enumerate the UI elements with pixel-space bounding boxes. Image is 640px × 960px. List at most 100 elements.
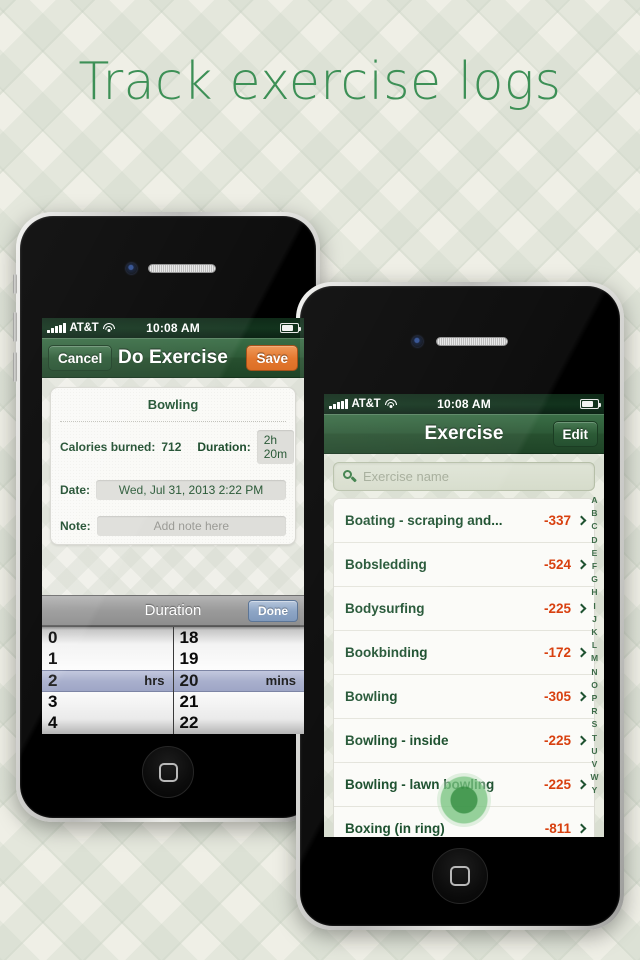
calorie-value: -811 bbox=[544, 821, 571, 836]
list-item[interactable]: Boating - scraping and... -337 bbox=[334, 499, 594, 543]
exercise-name: Boating - scraping and... bbox=[345, 513, 503, 528]
alpha-index-letter[interactable]: C bbox=[591, 520, 597, 533]
hours-option[interactable]: 0 bbox=[42, 627, 173, 648]
hours-value: 4 bbox=[48, 713, 58, 733]
status-bar-right: AT&T 10:08 AM bbox=[324, 394, 604, 414]
status-bar: AT&T 10:08 AM bbox=[42, 318, 304, 338]
home-button[interactable] bbox=[142, 746, 194, 798]
search-input[interactable]: Exercise name bbox=[333, 462, 595, 491]
hours-unit-label: hrs bbox=[144, 673, 165, 688]
alphabet-index[interactable]: ABCDEFGHIJKLMNOPRSTUVWY bbox=[587, 494, 602, 835]
list-item[interactable]: Bodysurfing -225 bbox=[334, 587, 594, 631]
right-phone-device: AT&T 10:08 AM Exercise Edit Exercise nam… bbox=[293, 282, 624, 930]
alpha-index-letter[interactable]: P bbox=[592, 692, 598, 705]
alpha-index-letter[interactable]: U bbox=[591, 745, 597, 758]
edit-button[interactable]: Edit bbox=[552, 421, 598, 447]
minutes-value: 21 bbox=[179, 692, 199, 712]
alpha-index-letter[interactable]: I bbox=[593, 600, 595, 613]
alpha-index-letter[interactable]: T bbox=[592, 732, 597, 745]
alpha-index-letter[interactable]: J bbox=[592, 613, 597, 626]
hours-wheel[interactable]: 0 1 2 hrs 3 4 bbox=[42, 627, 174, 734]
calories-value: 712 bbox=[161, 440, 182, 454]
minutes-option[interactable]: 19 bbox=[174, 648, 305, 669]
exercise-name: Bowling bbox=[345, 689, 398, 704]
left-phone-device: AT&T 10:08 AM Cancel Do Exercise Save Bo… bbox=[13, 212, 320, 822]
list-item[interactable]: Bowling - inside -225 bbox=[334, 719, 594, 763]
minutes-option[interactable]: 21 bbox=[174, 692, 305, 713]
alpha-index-letter[interactable]: N bbox=[591, 666, 597, 679]
alpha-index-letter[interactable]: B bbox=[591, 507, 597, 520]
alpha-index-letter[interactable]: D bbox=[591, 534, 597, 547]
home-square-icon bbox=[158, 762, 178, 782]
front-camera-icon-right bbox=[412, 336, 423, 347]
alpha-index-letter[interactable]: W bbox=[590, 771, 598, 784]
alpha-index-letter[interactable]: E bbox=[592, 547, 598, 560]
alpha-index-letter[interactable]: Y bbox=[592, 784, 598, 797]
alpha-index-letter[interactable]: K bbox=[591, 626, 597, 639]
hours-option[interactable]: 1 bbox=[42, 648, 173, 669]
cancel-button[interactable]: Cancel bbox=[48, 345, 113, 371]
alpha-index-letter[interactable]: H bbox=[591, 586, 597, 599]
home-button-right[interactable] bbox=[432, 848, 488, 904]
alpha-index-letter[interactable]: A bbox=[591, 494, 597, 507]
list-item[interactable]: Bookbinding -172 bbox=[334, 631, 594, 675]
picker-toolbar: Duration Done bbox=[42, 595, 304, 626]
hours-option[interactable]: 3 bbox=[42, 692, 173, 713]
minutes-wheel[interactable]: 18 19 20 mins 21 22 bbox=[173, 627, 305, 734]
calorie-value: -225 bbox=[543, 601, 571, 616]
calorie-value: -305 bbox=[543, 689, 571, 704]
do-exercise-form: Bowling Calories burned: 712 Duration: 2… bbox=[42, 378, 304, 734]
exercise-name: Bodysurfing bbox=[345, 601, 425, 616]
navigation-bar-right: Exercise Edit bbox=[324, 414, 604, 454]
note-row: Note: Add note here bbox=[51, 508, 295, 544]
calorie-value: -337 bbox=[543, 513, 571, 528]
alpha-index-letter[interactable]: R bbox=[591, 705, 597, 718]
date-row: Date: Wed, Jul 31, 2013 2:22 PM bbox=[51, 472, 295, 508]
alpha-index-letter[interactable]: S bbox=[592, 718, 598, 731]
hours-option[interactable]: 2 hrs bbox=[42, 669, 173, 692]
alpha-index-letter[interactable]: O bbox=[591, 679, 598, 692]
list-item[interactable]: Bowling -305 bbox=[334, 675, 594, 719]
alpha-index-letter[interactable]: M bbox=[591, 652, 598, 665]
minutes-value: 22 bbox=[179, 713, 199, 733]
exercise-list-screen: Exercise name Boating - scraping and... -… bbox=[324, 454, 604, 837]
exercise-detail-card: Bowling Calories burned: 712 Duration: 2… bbox=[50, 387, 296, 545]
chevron-right-icon bbox=[576, 779, 587, 790]
exercise-name: Boxing (in ring) bbox=[345, 821, 445, 836]
hours-value: 2 bbox=[48, 670, 58, 690]
search-icon bbox=[343, 470, 357, 483]
minutes-option[interactable]: 18 bbox=[174, 627, 305, 648]
calorie-value: -172 bbox=[543, 645, 571, 660]
minutes-value: 19 bbox=[179, 648, 199, 668]
note-field[interactable]: Add note here bbox=[96, 516, 286, 536]
alpha-index-letter[interactable]: G bbox=[591, 573, 598, 586]
chevron-right-icon bbox=[576, 735, 587, 746]
list-item[interactable]: Bobsledding -524 bbox=[334, 543, 594, 587]
calorie-value: -225 bbox=[543, 733, 571, 748]
volume-up-button[interactable] bbox=[13, 312, 17, 342]
picker-title: Duration bbox=[144, 602, 202, 619]
minutes-option[interactable]: 22 bbox=[174, 713, 305, 734]
minutes-unit-label: mins bbox=[265, 673, 296, 688]
alpha-index-letter[interactable]: F bbox=[592, 560, 597, 573]
home-square-icon-right bbox=[450, 866, 470, 886]
volume-down-button[interactable] bbox=[13, 352, 17, 382]
hours-value: 1 bbox=[48, 648, 58, 668]
minutes-option[interactable]: 20 mins bbox=[173, 669, 304, 692]
exercise-name-title: Bowling bbox=[147, 397, 199, 412]
done-button[interactable]: Done bbox=[248, 600, 298, 622]
chevron-right-icon bbox=[576, 691, 587, 702]
hours-option[interactable]: 4 bbox=[42, 713, 173, 734]
duration-field[interactable]: 2h 20m bbox=[256, 430, 295, 464]
mute-switch[interactable] bbox=[13, 274, 17, 294]
chevron-right-icon bbox=[576, 603, 587, 614]
alpha-index-letter[interactable]: L bbox=[592, 639, 597, 652]
alpha-index-letter[interactable]: V bbox=[592, 758, 598, 771]
nav-title: Do Exercise bbox=[118, 346, 228, 368]
clock-label: 10:08 AM bbox=[146, 321, 200, 335]
date-field[interactable]: Wed, Jul 31, 2013 2:22 PM bbox=[96, 480, 286, 500]
save-button[interactable]: Save bbox=[246, 345, 298, 371]
exercise-name: Bobsledding bbox=[345, 557, 427, 572]
chevron-right-icon bbox=[576, 823, 587, 834]
navigation-bar: Cancel Do Exercise Save bbox=[42, 338, 304, 378]
